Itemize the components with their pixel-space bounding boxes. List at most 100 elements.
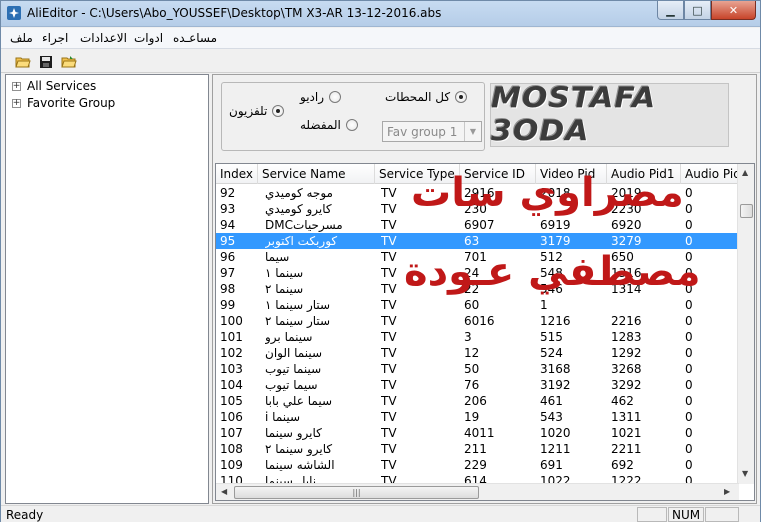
table-row[interactable]: 94 مسرحياتDMC TV 6907 6919 6920 0 — [216, 217, 739, 233]
menu-help[interactable]: مساعـده — [173, 31, 217, 45]
expand-icon[interactable]: + — [12, 81, 21, 91]
radio-radio[interactable]: راديو — [300, 90, 342, 104]
table-cell: سيما تيوب — [265, 378, 318, 392]
table-row[interactable]: 98 سينما ٢ TV 22 546 1314 0 — [216, 281, 739, 297]
column-header-index[interactable]: Index — [216, 164, 258, 184]
table-row[interactable]: 100 ستار سينما ٢ TV 6016 1216 2216 0 — [216, 313, 739, 329]
table-row[interactable]: 109 الشاشه سينما TV 229 691 692 0 — [216, 457, 739, 473]
open-button[interactable] — [13, 52, 33, 71]
export-button[interactable] — [59, 52, 79, 71]
table-row[interactable]: 92 موجه كوميدي TV 2916 2018 2019 0 — [216, 185, 739, 201]
table-cell: 6016 — [464, 314, 495, 328]
table-cell: 692 — [611, 458, 634, 472]
table-cell: 0 — [685, 378, 693, 392]
expand-icon[interactable]: + — [12, 98, 21, 108]
title-bar[interactable]: AliEditor - C:\Users\Abo_YOUSSEF\Desktop… — [1, 1, 760, 27]
fav-group-select[interactable]: Fav group 1 ▼ — [382, 121, 482, 142]
table-cell: 1292 — [611, 346, 642, 360]
scroll-up-icon[interactable]: ▲ — [742, 168, 748, 177]
table-cell: 76 — [464, 378, 480, 392]
table-cell: 4011 — [464, 426, 495, 440]
save-button[interactable] — [36, 52, 56, 71]
vertical-scrollbar[interactable]: ▲ ▼ — [737, 164, 754, 484]
table-cell: 95 — [220, 234, 236, 248]
table-cell: 6920 — [611, 218, 642, 232]
vertical-scroll-thumb[interactable] — [740, 204, 753, 218]
table-row[interactable]: 108 كايرو سينما ٢ TV 211 1211 2211 0 — [216, 441, 739, 457]
table-row[interactable]: 99 ستار سينما ١ TV 60 1 0 — [216, 297, 739, 313]
status-text: Ready — [6, 508, 44, 522]
table-row[interactable]: 106 سينما i TV 19 543 1311 0 — [216, 409, 739, 425]
minimize-button[interactable]: ▁ — [657, 1, 684, 20]
table-cell: 0 — [685, 218, 693, 232]
table-cell: 0 — [685, 394, 693, 408]
horizontal-scrollbar[interactable]: ◀ ||| ▶ — [216, 483, 739, 500]
table-cell: 24 — [464, 266, 480, 280]
table-row[interactable]: 93 كايرو كوميدي TV 230 2230 0 — [216, 201, 739, 217]
table-cell: 0 — [685, 442, 693, 456]
table-row[interactable]: 107 كايرو سينما TV 4011 1020 1021 0 — [216, 425, 739, 441]
table-cell: 92 — [220, 186, 236, 200]
menu-bar: ملف اجراء الاعدادات ادوات مساعـده — [1, 28, 760, 49]
table-cell: 230 — [464, 202, 487, 216]
menu-action[interactable]: اجراء — [42, 31, 68, 45]
table-row[interactable]: 105 سيما علي بابا TV 206 461 462 0 — [216, 393, 739, 409]
table-cell: الشاشه سينما — [265, 458, 335, 472]
column-header-service-type[interactable]: Service Type — [375, 164, 460, 184]
table-cell: TV — [381, 410, 397, 424]
status-pane-empty — [637, 507, 667, 522]
table-cell: TV — [381, 234, 397, 248]
scroll-left-icon[interactable]: ◀ — [221, 487, 227, 496]
logo-text: MOSTAFA 3ODA — [491, 81, 657, 149]
scroll-right-icon[interactable]: ▶ — [724, 487, 730, 496]
menu-tools[interactable]: ادوات — [134, 31, 163, 45]
save-disk-icon — [40, 55, 52, 68]
menu-file[interactable]: ملف — [10, 31, 33, 45]
filter-group: تلفزيون راديو المفضله كل المحطات Fav gro… — [221, 82, 485, 151]
table-cell: 1216 — [540, 314, 571, 328]
radio-favorites[interactable]: المفضله — [300, 118, 358, 132]
close-button[interactable]: ✕ — [711, 1, 756, 20]
table-cell: سينما تيوب — [265, 362, 322, 376]
column-header-video-pid[interactable]: Video Pid — [536, 164, 607, 184]
table-cell: 60 — [464, 298, 480, 312]
radio-tv[interactable]: تلفزيون — [229, 104, 285, 118]
radio-label: المفضله — [300, 118, 341, 132]
table-row[interactable]: 97 سينما ١ TV 24 548 1316 0 — [216, 265, 739, 281]
table-cell: 101 — [220, 330, 243, 344]
table-row[interactable]: 103 سينما تيوب TV 50 3168 3268 0 — [216, 361, 739, 377]
table-row[interactable]: 96 سيما TV 701 512 650 0 — [216, 249, 739, 265]
table-cell: ستار سينما ٢ — [265, 314, 331, 328]
table-cell: 701 — [464, 250, 487, 264]
maximize-button[interactable]: □ — [684, 1, 711, 20]
radio-all-channels[interactable]: كل المحطات — [385, 90, 468, 104]
table-row[interactable]: 101 سينما برو TV 3 515 1283 0 — [216, 329, 739, 345]
table-cell: 0 — [685, 314, 693, 328]
table-cell: 206 — [464, 394, 487, 408]
table-cell: 1311 — [611, 410, 642, 424]
column-header-audio-pid1[interactable]: Audio Pid1 — [607, 164, 681, 184]
column-header-audio-pid2[interactable]: Audio Pid — [681, 164, 739, 184]
table-row[interactable]: 104 سيما تيوب TV 76 3192 3292 0 — [216, 377, 739, 393]
table-cell: 108 — [220, 442, 243, 456]
table-cell: 0 — [685, 298, 693, 312]
table-cell: 0 — [685, 458, 693, 472]
table-cell: 3 — [464, 330, 472, 344]
chevron-down-icon[interactable]: ▼ — [464, 122, 481, 141]
menu-settings[interactable]: الاعدادات — [80, 31, 127, 45]
table-cell: كايرو كوميدي — [265, 202, 332, 216]
services-table[interactable]: Index Service Name Service Type Service … — [215, 163, 755, 501]
table-row[interactable]: 102 سينما الوان TV 12 524 1292 0 — [216, 345, 739, 361]
tree-item-label: Favorite Group — [27, 96, 116, 110]
table-cell: 0 — [685, 202, 693, 216]
tree-item-all-services[interactable]: + All Services — [12, 78, 96, 94]
scroll-down-icon[interactable]: ▼ — [742, 469, 748, 478]
table-cell: 691 — [540, 458, 563, 472]
tree-item-favorite-group[interactable]: + Favorite Group — [12, 95, 115, 111]
column-header-service-name[interactable]: Service Name — [258, 164, 375, 184]
table-cell: TV — [381, 218, 397, 232]
table-cell: 2916 — [464, 186, 495, 200]
table-row[interactable]: 95 كوربكت اكتوبر TV 63 3179 3279 0 — [216, 233, 739, 249]
horizontal-scroll-thumb[interactable]: ||| — [234, 486, 479, 499]
column-header-service-id[interactable]: Service ID — [460, 164, 536, 184]
